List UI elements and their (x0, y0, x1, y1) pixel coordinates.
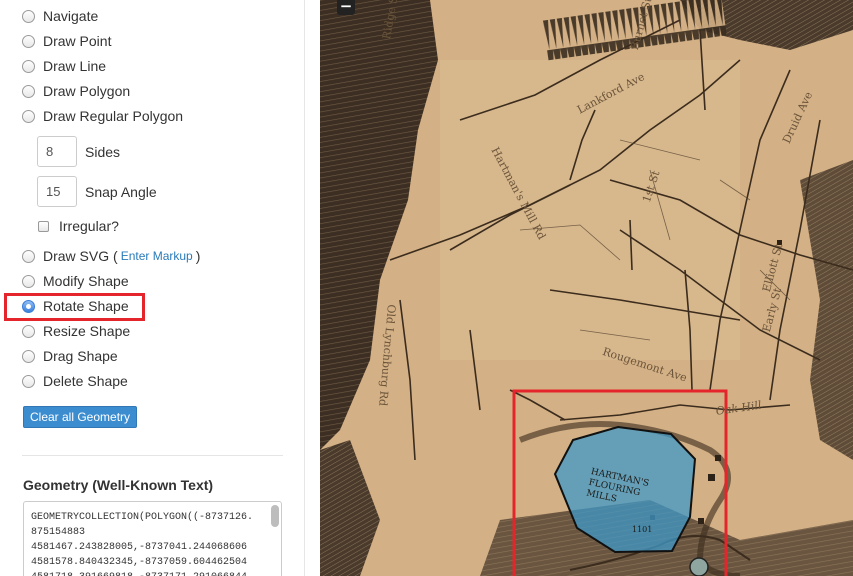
zoom-out-button[interactable]: − (337, 0, 355, 15)
tool-rotate-shape[interactable]: Rotate Shape (22, 296, 129, 316)
radio-button[interactable] (22, 59, 35, 73)
irregular-label: Irregular? (59, 218, 119, 234)
irregular-checkbox[interactable] (38, 220, 49, 232)
tool-label: Modify Shape (43, 273, 129, 289)
tool-label: Navigate (43, 8, 99, 24)
sides-input[interactable] (37, 136, 77, 167)
tool-label: Draw Line (43, 58, 107, 74)
radio-button[interactable] (22, 349, 35, 363)
app-root: Navigate Draw Point Draw Line Draw Polyg… (0, 0, 853, 576)
radio-button[interactable] (22, 324, 35, 338)
tool-label: Rotate Shape (43, 298, 129, 314)
tool-draw-point[interactable]: Draw Point (22, 31, 111, 51)
tool-label: Resize Shape (43, 323, 131, 339)
tool-draw-polygon[interactable]: Draw Polygon (22, 81, 130, 101)
irregular-row[interactable]: Irregular? (38, 218, 119, 234)
radio-button[interactable] (22, 84, 35, 98)
wkt-text: GEOMETRYCOLLECTION(POLYGON((-8737126. 87… (31, 512, 254, 576)
tool-modify-shape[interactable]: Modify Shape (22, 271, 129, 291)
tool-label-close: ) (195, 248, 201, 264)
tool-delete-shape[interactable]: Delete Shape (22, 371, 128, 391)
wkt-textarea[interactable]: GEOMETRYCOLLECTION(POLYGON((-8737126. 87… (23, 501, 282, 576)
tool-label: Drag Shape (43, 348, 118, 364)
section-divider (22, 455, 283, 456)
geometry-section-title: Geometry (Well-Known Text) (23, 477, 214, 493)
tool-draw-line[interactable]: Draw Line (22, 56, 106, 76)
clear-geometry-button[interactable]: Clear all Geometry (23, 406, 138, 428)
tool-label: Draw Polygon (43, 83, 131, 99)
radio-button[interactable] (22, 9, 35, 23)
tool-resize-shape[interactable]: Resize Shape (22, 321, 130, 341)
radio-button[interactable] (22, 274, 35, 288)
tool-label: Draw Point (43, 33, 112, 49)
map-view[interactable]: − Lankford Ave Hartman's Mill Rd 1st St … (320, 0, 853, 576)
tool-label: Delete Shape (43, 373, 128, 389)
sides-label: Sides (85, 143, 121, 160)
tool-sidebar: Navigate Draw Point Draw Line Draw Polyg… (0, 0, 305, 576)
tool-label: Draw Regular Polygon (43, 108, 184, 124)
snap-angle-row: Snap Angle (37, 176, 157, 207)
radio-button[interactable] (22, 249, 35, 263)
tool-draw-svg[interactable]: Draw SVG ( Enter Markup ) (22, 246, 200, 266)
tool-label: Draw SVG ( (43, 248, 118, 264)
enter-markup-link[interactable]: Enter Markup (121, 249, 193, 263)
radio-button[interactable] (22, 374, 35, 388)
sides-row: Sides (37, 136, 120, 167)
tool-draw-regular-polygon[interactable]: Draw Regular Polygon (22, 106, 183, 126)
tool-drag-shape[interactable]: Drag Shape (22, 346, 118, 366)
wkt-scrollbar[interactable] (271, 505, 279, 527)
snap-angle-label: Snap Angle (85, 183, 157, 200)
parcel-number: 1101 (632, 525, 653, 534)
radio-button-selected[interactable] (22, 299, 35, 313)
rotate-handle[interactable] (689, 557, 709, 576)
snap-angle-input[interactable] (37, 176, 77, 207)
tool-navigate[interactable]: Navigate (22, 6, 98, 26)
radio-button[interactable] (22, 109, 35, 123)
radio-button[interactable] (22, 34, 35, 48)
